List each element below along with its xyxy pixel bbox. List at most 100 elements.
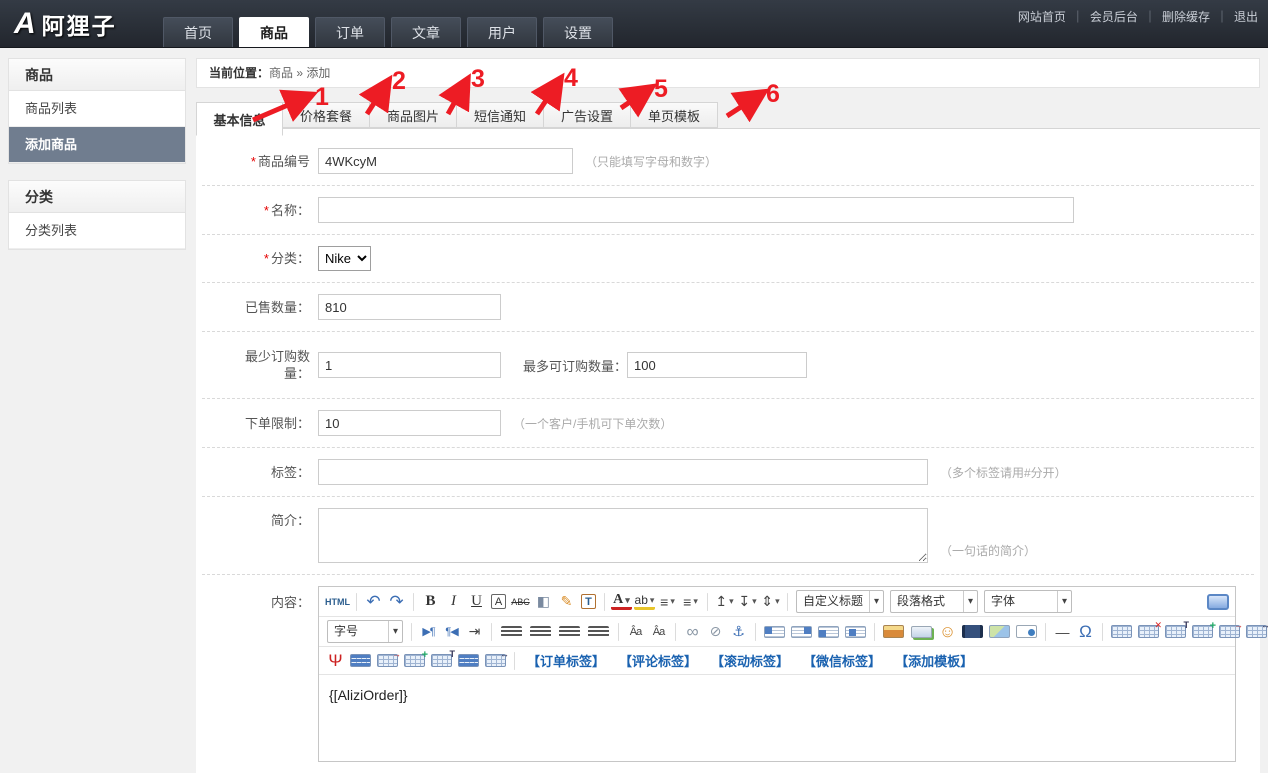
insert-page-icon[interactable] bbox=[1016, 625, 1037, 638]
emoticon-icon[interactable]: ☺ bbox=[937, 621, 958, 642]
redo-icon[interactable]: ↷ bbox=[386, 591, 407, 612]
eraser-icon[interactable]: ◧ bbox=[533, 591, 554, 612]
editor-content-area[interactable]: {[AliziOrder]} bbox=[319, 675, 1235, 761]
custom-heading-select[interactable]: 自定义标题 bbox=[796, 590, 884, 613]
strikethrough-icon[interactable]: ABC bbox=[510, 591, 531, 612]
bold-icon[interactable]: B bbox=[420, 591, 441, 612]
font-size-select[interactable]: 字号 bbox=[327, 620, 403, 643]
短信通知[interactable]: 短信通知 bbox=[457, 102, 544, 128]
ordered-list-icon[interactable]: ≡ bbox=[657, 591, 678, 612]
unordered-list-icon[interactable]: ≡ bbox=[680, 591, 701, 612]
【添加模板】[interactable]: 【添加模板】 bbox=[895, 651, 973, 670]
table-header-icon[interactable] bbox=[350, 654, 371, 667]
退出[interactable]: 退出 bbox=[1210, 8, 1258, 25]
insert-col-icon[interactable] bbox=[1219, 625, 1240, 638]
分类列表[interactable]: 分类列表 bbox=[9, 213, 185, 249]
【滚动标签】[interactable]: 【滚动标签】 bbox=[711, 651, 789, 670]
line-height-icon[interactable]: ⇕ bbox=[760, 591, 781, 612]
sold-input[interactable] bbox=[318, 294, 501, 320]
商品图片[interactable]: 商品图片 bbox=[370, 102, 457, 128]
align-left-icon[interactable] bbox=[501, 626, 522, 637]
max-qty-input[interactable] bbox=[627, 352, 807, 378]
align-justify-icon[interactable] bbox=[588, 626, 609, 637]
separator bbox=[491, 623, 492, 641]
image-block-icon[interactable] bbox=[845, 626, 866, 638]
广告设置[interactable]: 广告设置 bbox=[544, 102, 631, 128]
font-family-select[interactable]: 字体 bbox=[984, 590, 1072, 613]
【订单标签】[interactable]: 【订单标签】 bbox=[527, 651, 605, 670]
font-color-icon[interactable]: A bbox=[611, 593, 632, 610]
基本信息[interactable]: 基本信息 bbox=[196, 102, 283, 136]
delete-table-icon[interactable] bbox=[1138, 625, 1159, 638]
align-right-icon[interactable] bbox=[559, 626, 580, 637]
intro-textarea[interactable] bbox=[318, 508, 928, 563]
col-props-icon[interactable] bbox=[485, 654, 506, 667]
网站首页[interactable]: 网站首页 bbox=[1018, 8, 1066, 25]
insert-col-right-icon[interactable] bbox=[377, 654, 398, 667]
merge-cells-icon[interactable] bbox=[431, 654, 452, 667]
insert-video-icon[interactable] bbox=[962, 625, 983, 638]
rtl-paragraph-icon[interactable]: ¶◀ bbox=[441, 621, 462, 642]
split-cell-icon[interactable] bbox=[1246, 625, 1267, 638]
image-inline-icon[interactable] bbox=[791, 626, 812, 638]
font-frame-icon[interactable]: A bbox=[491, 594, 506, 609]
删除缓存[interactable]: 删除缓存 bbox=[1138, 8, 1210, 25]
first-line-indent-icon[interactable]: ⇥ bbox=[464, 621, 485, 642]
unlink-icon[interactable]: ⊘ bbox=[705, 621, 726, 642]
to-uppercase-icon[interactable]: Âa bbox=[625, 621, 646, 642]
paragraph-format-select[interactable]: 段落格式 bbox=[890, 590, 978, 613]
商品列表[interactable]: 商品列表 bbox=[9, 91, 185, 127]
html-source-icon[interactable]: HTML bbox=[325, 591, 350, 612]
highlight-color-icon[interactable]: ab bbox=[634, 593, 655, 610]
fullscreen-icon[interactable] bbox=[1207, 594, 1229, 610]
multi-image-icon[interactable] bbox=[911, 626, 932, 638]
单页模板[interactable]: 单页模板 bbox=[631, 102, 718, 128]
category-select[interactable]: Nike bbox=[318, 246, 371, 271]
insert-image-icon[interactable] bbox=[883, 625, 904, 638]
to-lowercase-icon[interactable]: Âa bbox=[648, 621, 669, 642]
format-brush-icon[interactable]: ✎ bbox=[556, 591, 577, 612]
文章[interactable]: 文章 bbox=[391, 17, 461, 47]
italic-icon[interactable]: I bbox=[443, 591, 464, 612]
breadcrumb-path[interactable]: 商品 » 添加 bbox=[269, 66, 330, 80]
align-center-icon[interactable] bbox=[530, 626, 551, 637]
min-qty-input[interactable] bbox=[318, 352, 501, 378]
【评论标签】[interactable]: 【评论标签】 bbox=[619, 651, 697, 670]
insert-map-icon[interactable] bbox=[989, 625, 1010, 638]
paragraph-space-bottom-icon[interactable]: ↧ bbox=[737, 591, 758, 612]
separator bbox=[1045, 623, 1046, 641]
table-props-icon[interactable] bbox=[1165, 625, 1186, 638]
首页[interactable]: 首页 bbox=[163, 17, 233, 47]
设置[interactable]: 设置 bbox=[543, 17, 613, 47]
添加商品[interactable]: 添加商品 bbox=[9, 127, 185, 163]
image-left-icon[interactable] bbox=[764, 626, 785, 638]
用户[interactable]: 用户 bbox=[467, 17, 537, 47]
image-right-icon[interactable] bbox=[818, 626, 839, 638]
insert-table-icon[interactable] bbox=[1111, 625, 1132, 638]
价格套餐[interactable]: 价格套餐 bbox=[283, 102, 370, 128]
row-props-icon[interactable] bbox=[458, 654, 479, 667]
delete-cell-icon[interactable]: Ψ bbox=[325, 650, 346, 671]
anchor-icon[interactable]: ⚓ bbox=[728, 621, 749, 642]
订单[interactable]: 订单 bbox=[315, 17, 385, 47]
sku-input[interactable] bbox=[318, 148, 573, 174]
underline-icon[interactable]: U bbox=[466, 591, 487, 612]
paste-text-icon[interactable]: T bbox=[581, 594, 596, 609]
name-input[interactable] bbox=[318, 197, 1074, 223]
form-row-name: *名称： bbox=[202, 186, 1254, 235]
ltr-paragraph-icon[interactable]: ▶¶ bbox=[418, 621, 439, 642]
form-row-order-qty: 最少订购数量： 最多可订购数量： bbox=[202, 332, 1254, 399]
会员后台[interactable]: 会员后台 bbox=[1066, 8, 1138, 25]
【微信标签】[interactable]: 【微信标签】 bbox=[803, 651, 881, 670]
link-icon[interactable]: ∞ bbox=[682, 621, 703, 642]
horizontal-rule-icon[interactable]: — bbox=[1052, 621, 1073, 642]
paragraph-space-top-icon[interactable]: ↥ bbox=[714, 591, 735, 612]
order-limit-input[interactable] bbox=[318, 410, 501, 436]
insert-row-below-icon[interactable] bbox=[404, 654, 425, 667]
tags-input[interactable] bbox=[318, 459, 928, 485]
商品[interactable]: 商品 bbox=[239, 17, 309, 47]
special-char-icon[interactable]: Ω bbox=[1075, 621, 1096, 642]
sidebar-section-title: 分类 bbox=[9, 181, 185, 213]
insert-row-icon[interactable] bbox=[1192, 625, 1213, 638]
undo-icon[interactable]: ↶ bbox=[363, 591, 384, 612]
